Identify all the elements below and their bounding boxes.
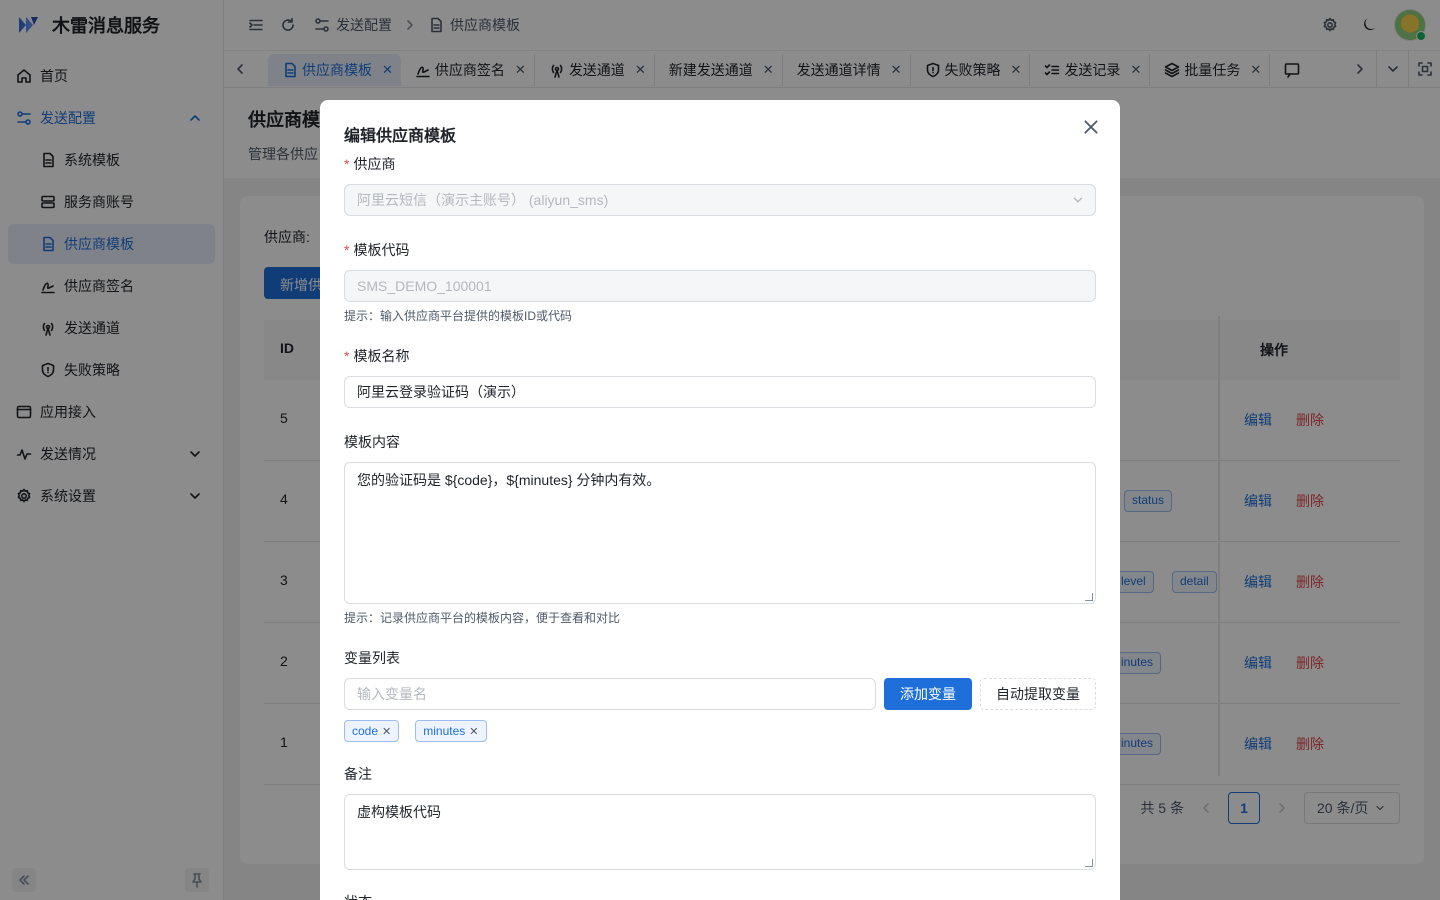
variable-chips: code ✕ minutes ✕ [344, 720, 1096, 742]
template-content-field: 模板内容 您的验证码是 ${code}，${minutes} 分钟内有效。 提示… [344, 432, 1096, 626]
chevron-down-icon [1073, 197, 1083, 203]
remark-label: 备注 [344, 766, 372, 782]
template-code-hint: 提示：输入供应商平台提供的模板ID或代码 [344, 309, 573, 323]
template-content-value: 您的验证码是 ${code}，${minutes} 分钟内有效。 [357, 472, 661, 488]
variable-placeholder: 输入变量名 [357, 686, 427, 702]
template-code-field: * 模板代码 SMS_DEMO_100001 提示：输入供应商平台提供的模板ID或… [344, 240, 1096, 324]
template-name-value: 阿里云登录验证码（演示） [357, 384, 525, 400]
close-icon[interactable]: ✕ [382, 725, 391, 738]
resize-handle[interactable] [1085, 593, 1093, 601]
close-icon[interactable]: ✕ [469, 725, 478, 738]
template-name-input[interactable]: 阿里云登录验证码（演示） [344, 376, 1096, 408]
variable-name-input[interactable]: 输入变量名 [344, 678, 876, 710]
variable-chip-label: minutes [423, 724, 466, 738]
remark-field: 备注 虚构模板代码 [344, 764, 1096, 870]
template-code-value: SMS_DEMO_100001 [357, 278, 492, 294]
auto-extract-variables-button[interactable]: 自动提取变量 [980, 678, 1096, 710]
remark-textarea[interactable]: 虚构模板代码 [344, 794, 1096, 870]
provider-label: * 供应商 [344, 156, 396, 172]
template-name-field: * 模板名称 阿里云登录验证码（演示） [344, 346, 1096, 408]
variables-label: 变量列表 [344, 650, 400, 666]
variable-chip: code ✕ [344, 720, 400, 742]
remark-value: 虚构模板代码 [357, 804, 441, 820]
variable-chip-label: code [352, 724, 379, 738]
resize-handle[interactable] [1085, 859, 1093, 867]
template-content-textarea[interactable]: 您的验证码是 ${code}，${minutes} 分钟内有效。 [344, 462, 1096, 604]
provider-field: * 供应商 阿里云短信（演示主账号） (aliyun_sms) [344, 154, 1096, 216]
template-code-input[interactable]: SMS_DEMO_100001 [344, 270, 1096, 302]
modal-title: 编辑供应商模板 [344, 128, 457, 145]
variables-field: 变量列表 输入变量名 添加变量 自动提取变量 code ✕ minutes ✕ [344, 648, 1096, 742]
edit-template-modal: 编辑供应商模板 * 供应商 阿里云短信（演示主账号） (aliyun_sms) *… [320, 100, 1120, 900]
add-variable-button[interactable]: 添加变量 [884, 678, 972, 710]
template-name-label: * 模板名称 [344, 348, 410, 364]
variable-input-row: 输入变量名 添加变量 自动提取变量 [344, 678, 1096, 710]
status-field: 状态 [344, 892, 1096, 900]
template-content-label: 模板内容 [344, 434, 400, 450]
template-code-label: * 模板代码 [344, 242, 410, 258]
status-label: 状态 [344, 892, 1096, 900]
provider-select[interactable]: 阿里云短信（演示主账号） (aliyun_sms) [344, 184, 1096, 216]
template-content-hint: 提示：记录供应商平台的模板内容，便于查看和对比 [344, 611, 621, 625]
provider-value: 阿里云短信（演示主账号） (aliyun_sms) [357, 192, 609, 208]
variable-chip: minutes ✕ [415, 720, 487, 742]
close-icon[interactable] [1082, 118, 1100, 136]
